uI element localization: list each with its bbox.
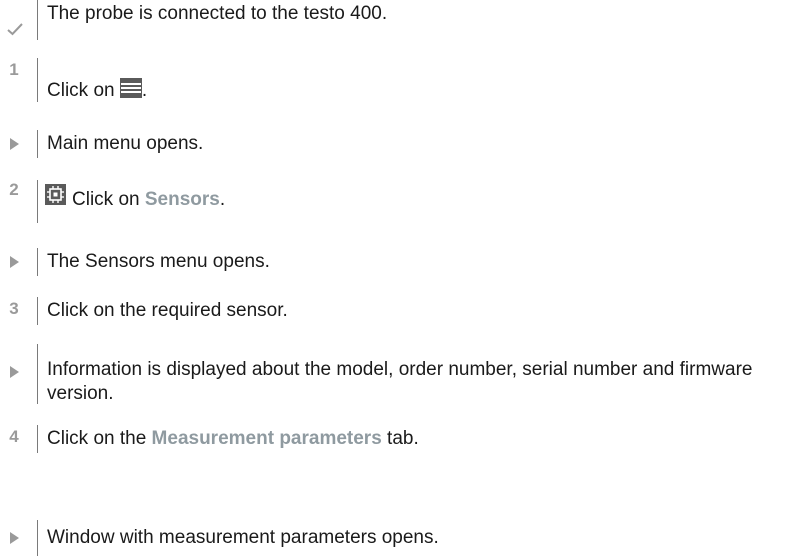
arrow-right-icon <box>10 532 19 544</box>
arrow-right-icon <box>10 366 19 378</box>
divider <box>37 297 38 325</box>
divider <box>37 58 38 102</box>
divider <box>37 0 38 40</box>
step-number: 1 <box>9 60 19 79</box>
sensors-menu-label: Sensors <box>144 189 220 210</box>
step-text-before: Click on <box>47 80 120 101</box>
step-text: Click on . <box>47 78 147 103</box>
step-text-after: . <box>141 80 148 101</box>
result-text: The Sensors menu opens. <box>47 251 270 272</box>
step-text-before: Click on the <box>47 428 152 449</box>
step-number: 2 <box>9 180 19 199</box>
result-text: Information is displayed about the model… <box>47 359 753 404</box>
checkmark-icon <box>6 22 24 36</box>
measurement-parameters-tab-label: Measurement parameters <box>151 428 382 449</box>
divider <box>37 130 38 158</box>
arrow-right-icon <box>10 138 19 150</box>
divider <box>37 344 38 404</box>
result-text: Main menu opens. <box>47 133 204 154</box>
step-number: 4 <box>9 427 19 446</box>
divider <box>37 248 38 276</box>
step-text: Click on Sensors. <box>72 188 225 212</box>
divider <box>37 180 38 223</box>
menu-icon <box>119 78 142 98</box>
divider <box>37 520 38 556</box>
step-text: Click on the required sensor. <box>47 300 288 321</box>
step-text-after: tab. <box>381 428 419 449</box>
step-text: Click on the Measurement parameters tab. <box>47 427 419 451</box>
step-text-before: Click on <box>72 189 145 210</box>
divider <box>37 425 38 453</box>
prerequisite-text: The probe is connected to the testo 400. <box>47 3 388 24</box>
result-text: Window with measurement parameters opens… <box>47 527 439 548</box>
step-number: 3 <box>9 299 19 318</box>
step-text-after: . <box>219 189 226 210</box>
sensor-chip-icon <box>45 184 66 205</box>
arrow-right-icon <box>10 256 19 268</box>
